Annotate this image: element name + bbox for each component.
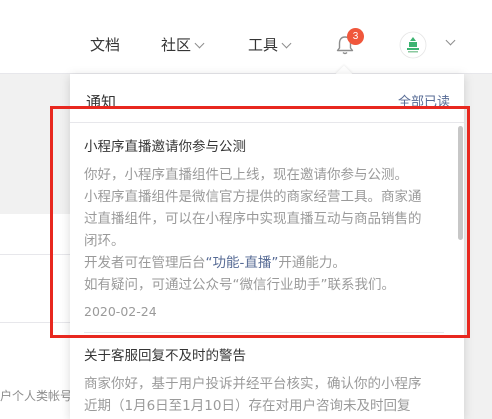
notification-body: 商家你好，基于用户投诉并经平台核实，确认你的小程序 近期（1月6日至1月10日）… [84,373,444,417]
chevron-down-icon[interactable] [445,35,456,46]
avatar[interactable] [399,31,427,59]
notification-title: 关于客服回复不及时的警告 [84,348,246,364]
chevron-down-icon [194,38,205,49]
top-navigation-bar: 文档 社区 工具 3 [0,0,492,74]
background-text-fragment: 户个人类帐号 [0,389,70,403]
notification-line: 近期（1月6日至1月10日）存在对用户咨询未及时回复 [84,398,411,414]
nav-community-label: 社区 [161,36,192,54]
notification-count-badge: 3 [347,28,364,45]
notification-line: 商家你好，基于用户投诉并经平台核实，确认你的小程序 [84,376,422,392]
highlight-box [50,106,470,338]
nav-community-menu[interactable]: 社区 [161,34,205,56]
notification-item[interactable]: 关于客服回复不及时的警告 商家你好，基于用户投诉并经平台核实，确认你的小程序 近… [84,345,444,417]
chevron-down-icon [281,38,292,49]
nav-tools-label: 工具 [248,36,279,54]
nav-tools-menu[interactable]: 工具 [248,34,292,56]
nav-docs-link[interactable]: 文档 [90,34,120,56]
